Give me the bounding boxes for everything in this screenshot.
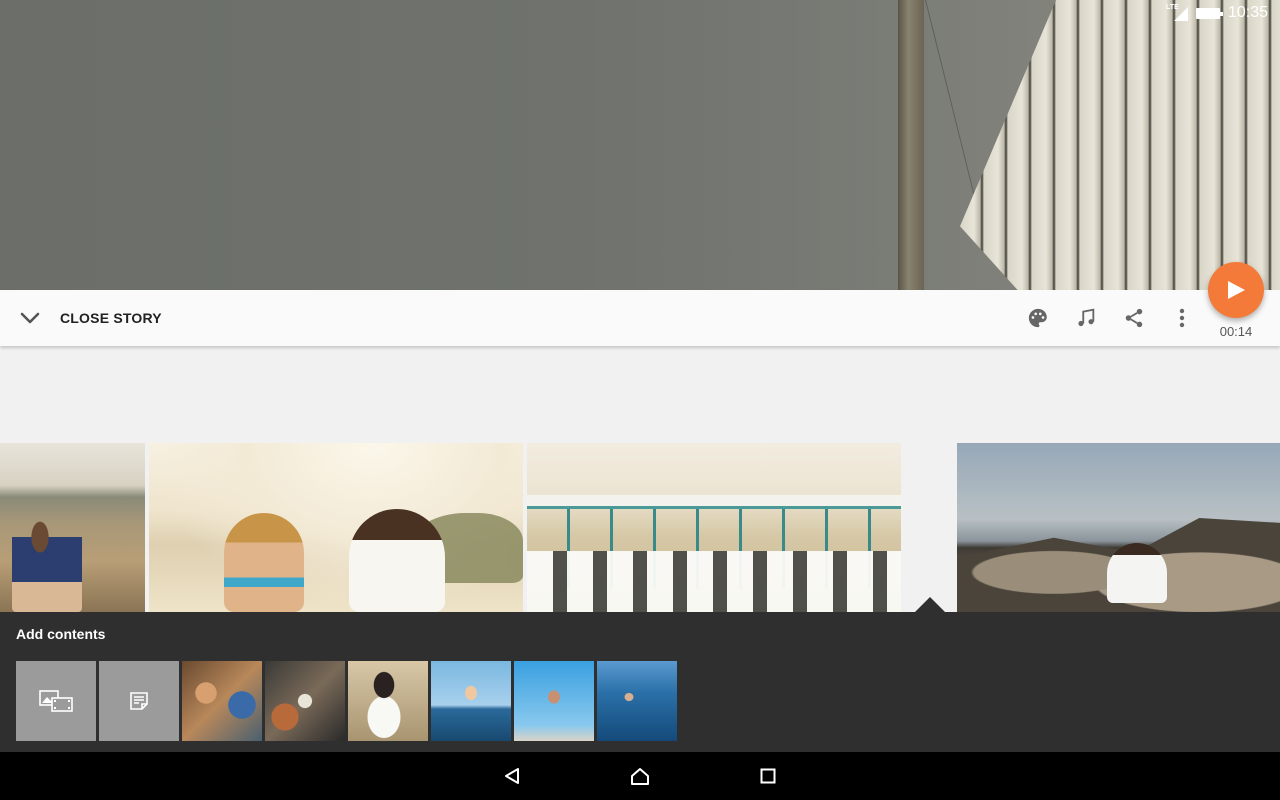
- clip-thumbnail[interactable]: [0, 443, 145, 612]
- media-thumbnail[interactable]: [182, 661, 262, 741]
- collapse-button[interactable]: [0, 290, 60, 346]
- close-story-button[interactable]: CLOSE STORY: [60, 310, 162, 326]
- theme-button[interactable]: [1018, 298, 1058, 338]
- preview-pole: [898, 0, 924, 290]
- music-note-icon: [1078, 308, 1095, 327]
- add-text-icon: [130, 692, 148, 710]
- clip-photo-content: [12, 505, 82, 612]
- add-media-icon: [39, 690, 73, 712]
- system-nav-bar: [0, 752, 1280, 800]
- story-editor-screen: LTE 10:35 CLOSE STORY 00:14 Add contents: [0, 0, 1280, 800]
- media-thumbnail[interactable]: [514, 661, 594, 741]
- media-thumbnail[interactable]: [348, 661, 428, 741]
- recents-icon: [760, 768, 776, 784]
- signal-icon: LTE: [1166, 4, 1188, 22]
- clip-photo-content: [224, 513, 304, 612]
- add-text-button[interactable]: [99, 661, 179, 741]
- clip-thumbnail[interactable]: [149, 443, 523, 612]
- add-contents-panel: Add contents: [0, 612, 1280, 752]
- play-icon: [1228, 281, 1245, 299]
- music-button[interactable]: [1066, 298, 1106, 338]
- add-media-button[interactable]: [16, 661, 96, 741]
- add-contents-tiles: [16, 661, 677, 741]
- toolbar-actions: [1018, 290, 1202, 346]
- chevron-down-icon: [20, 312, 40, 324]
- status-bar: LTE 10:35: [1166, 0, 1280, 26]
- story-duration: 00:14: [1219, 324, 1253, 339]
- clip-photo-content: [1107, 543, 1167, 603]
- clip-thumbnail[interactable]: [957, 443, 1280, 612]
- clip-photo-content: [527, 551, 901, 612]
- clip-timeline: [0, 443, 1280, 612]
- story-preview[interactable]: LTE 10:35: [0, 0, 1280, 290]
- play-button[interactable]: [1208, 262, 1264, 318]
- palette-icon: [1028, 308, 1047, 328]
- clock: 10:35: [1227, 4, 1268, 21]
- clip-photo-content: [349, 509, 445, 612]
- preview-fence: [960, 0, 1280, 290]
- media-thumbnail[interactable]: [265, 661, 345, 741]
- home-button[interactable]: [616, 752, 664, 800]
- home-icon: [631, 768, 649, 785]
- insert-position-indicator: [915, 597, 945, 612]
- add-contents-title: Add contents: [16, 626, 106, 642]
- media-thumbnail[interactable]: [597, 661, 677, 741]
- clip-photo-content: [527, 495, 901, 509]
- back-icon: [505, 768, 519, 784]
- share-icon: [1125, 308, 1143, 328]
- clip-thumbnail[interactable]: [527, 443, 901, 612]
- more-vert-icon: [1179, 308, 1185, 328]
- recents-button[interactable]: [744, 752, 792, 800]
- more-options-button[interactable]: [1162, 298, 1202, 338]
- story-toolbar: CLOSE STORY: [0, 290, 1280, 346]
- back-button[interactable]: [488, 752, 536, 800]
- share-button[interactable]: [1114, 298, 1154, 338]
- battery-icon: [1195, 7, 1223, 19]
- media-thumbnail[interactable]: [431, 661, 511, 741]
